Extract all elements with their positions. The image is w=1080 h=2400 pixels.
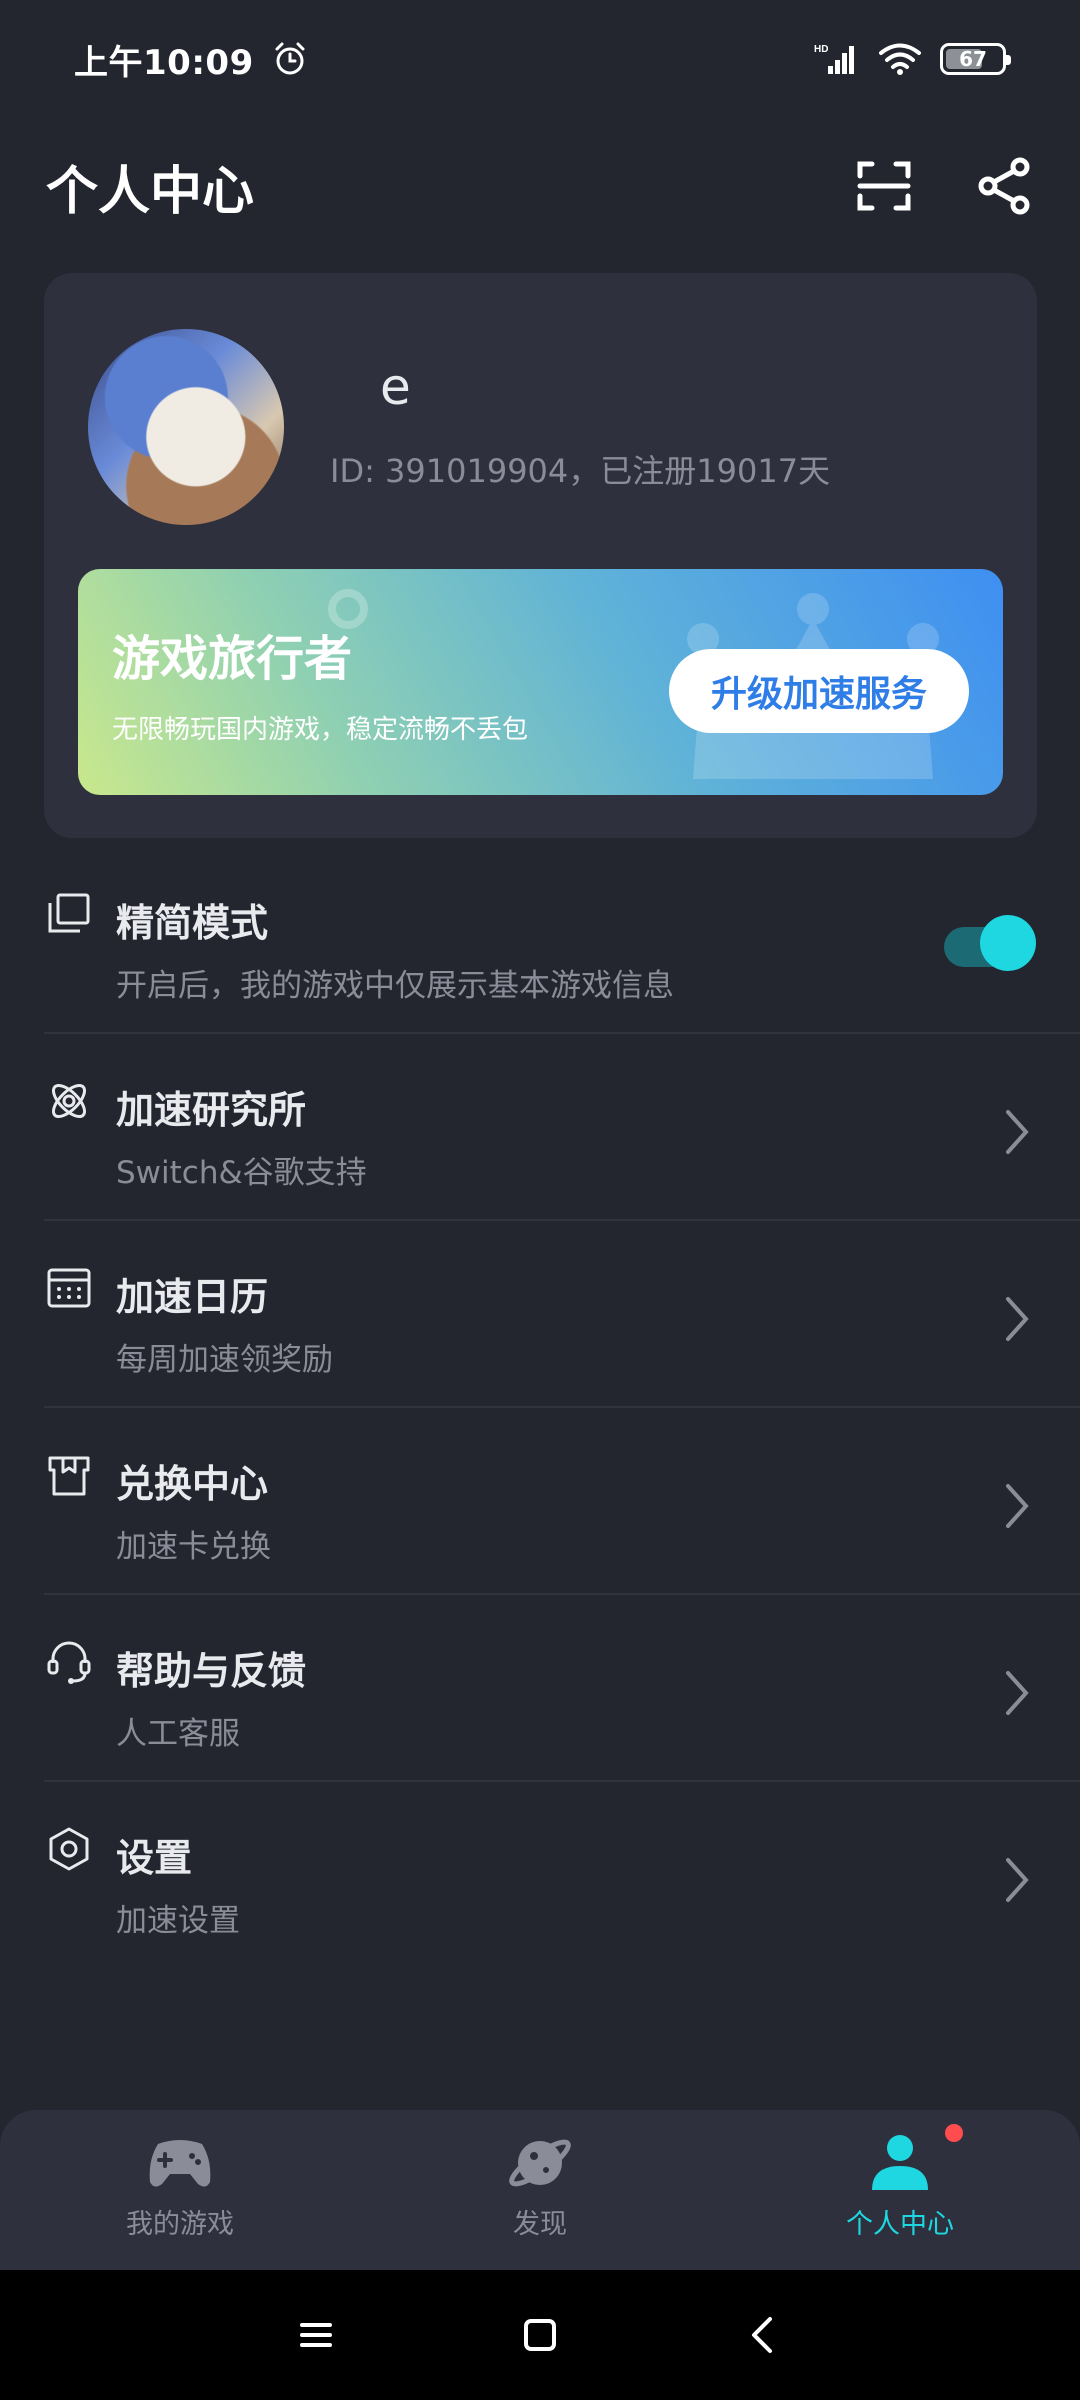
battery-level: 67 bbox=[959, 47, 987, 71]
settings-menu: 精简模式 开启后，我的游戏中仅展示基本游戏信息 加速研究所 Switch&谷歌支… bbox=[44, 847, 1080, 1969]
nav-label: 个人中心 bbox=[846, 2209, 954, 2240]
nav-profile[interactable]: 个人中心 bbox=[720, 2110, 1080, 2270]
menu-item-simple-mode[interactable]: 精简模式 开启后，我的游戏中仅展示基本游戏信息 bbox=[44, 847, 1080, 1034]
menu-item-help[interactable]: 帮助与反馈 人工客服 bbox=[44, 1595, 1080, 1782]
chevron-right-icon bbox=[1006, 1484, 1029, 1528]
status-indicators: HD 67 bbox=[814, 42, 1011, 76]
menu-item-settings[interactable]: 设置 加速设置 bbox=[44, 1782, 1080, 1969]
page-title: 个人中心 bbox=[46, 161, 255, 222]
menu-item-title: 帮助与反馈 bbox=[116, 1649, 307, 1693]
profile-card: e ID: 391019904，已注册19017天 游戏旅行者 无限畅玩国内游戏… bbox=[44, 273, 1037, 838]
vip-title: 游戏旅行者 bbox=[112, 631, 353, 687]
wifi-icon bbox=[879, 43, 921, 75]
alarm-icon bbox=[275, 42, 305, 75]
nav-label: 发现 bbox=[513, 2209, 567, 2240]
menu-item-title: 设置 bbox=[116, 1836, 193, 1880]
menu-item-calendar[interactable]: 加速日历 每周加速领奖励 bbox=[44, 1221, 1080, 1408]
person-icon bbox=[872, 2135, 928, 2190]
chevron-right-icon bbox=[1006, 1297, 1029, 1341]
menu-item-title: 兑换中心 bbox=[116, 1462, 269, 1506]
menu-item-subtitle: Switch&谷歌支持 bbox=[116, 1155, 367, 1191]
menu-icon[interactable] bbox=[294, 2313, 338, 2357]
username: e bbox=[380, 358, 411, 416]
menu-item-subtitle: 加速卡兑换 bbox=[116, 1529, 271, 1565]
menu-item-subtitle: 加速设置 bbox=[116, 1903, 240, 1939]
menu-item-redeem[interactable]: 兑换中心 加速卡兑换 bbox=[44, 1408, 1080, 1595]
layers-icon bbox=[48, 893, 90, 933]
vip-subtitle: 无限畅玩国内游戏，稳定流畅不丢包 bbox=[112, 715, 529, 745]
notification-dot bbox=[945, 2124, 963, 2142]
nav-label: 我的游戏 bbox=[126, 2209, 234, 2240]
home-icon[interactable] bbox=[518, 2313, 562, 2357]
scan-button[interactable] bbox=[854, 156, 914, 216]
atom-icon bbox=[51, 1083, 87, 1119]
chevron-right-icon bbox=[1006, 1110, 1029, 1154]
upgrade-button[interactable]: 升级加速服务 bbox=[669, 649, 969, 733]
menu-item-subtitle: 开启后，我的游戏中仅展示基本游戏信息 bbox=[116, 968, 674, 1004]
bottom-nav: 我的游戏 发现 个人中心 bbox=[0, 2110, 1080, 2270]
menu-item-subtitle: 每周加速领奖励 bbox=[116, 1342, 333, 1378]
menu-item-subtitle: 人工客服 bbox=[116, 1716, 240, 1752]
battery-icon: 67 bbox=[940, 43, 1011, 75]
network-label: HD bbox=[814, 44, 828, 55]
scan-icon bbox=[857, 161, 911, 211]
share-button[interactable] bbox=[974, 156, 1034, 216]
chevron-right-icon bbox=[1006, 1858, 1029, 1902]
chevron-right-icon bbox=[1006, 1671, 1029, 1715]
headset-icon bbox=[47, 1641, 91, 1684]
gift-icon bbox=[48, 1456, 90, 1496]
user-id: ID: 391019904，已注册19017天 bbox=[330, 452, 831, 490]
system-nav-bar bbox=[0, 2270, 1080, 2400]
nav-discover[interactable]: 发现 bbox=[360, 2110, 720, 2270]
signal-icon: HD bbox=[814, 44, 854, 74]
simple-mode-toggle[interactable] bbox=[944, 915, 1036, 971]
nav-my-games[interactable]: 我的游戏 bbox=[0, 2110, 360, 2270]
calendar-icon bbox=[47, 1268, 91, 1308]
avatar[interactable] bbox=[88, 329, 284, 525]
menu-item-lab[interactable]: 加速研究所 Switch&谷歌支持 bbox=[44, 1034, 1080, 1221]
status-bar: 上午10:09 HD 67 bbox=[0, 0, 1080, 118]
gamepad-icon bbox=[149, 2140, 211, 2187]
status-time: 上午10:09 bbox=[74, 42, 254, 83]
back-icon[interactable] bbox=[742, 2313, 786, 2357]
menu-item-title: 精简模式 bbox=[116, 901, 269, 945]
planet-icon bbox=[509, 2139, 571, 2187]
menu-item-title: 加速日历 bbox=[116, 1275, 269, 1319]
share-icon bbox=[978, 157, 1030, 215]
hex-settings-icon bbox=[49, 1827, 89, 1871]
page-header: 个人中心 bbox=[0, 130, 1080, 242]
vip-banner[interactable]: 游戏旅行者 无限畅玩国内游戏，稳定流畅不丢包 升级加速服务 bbox=[78, 569, 1003, 795]
menu-item-title: 加速研究所 bbox=[116, 1088, 307, 1132]
